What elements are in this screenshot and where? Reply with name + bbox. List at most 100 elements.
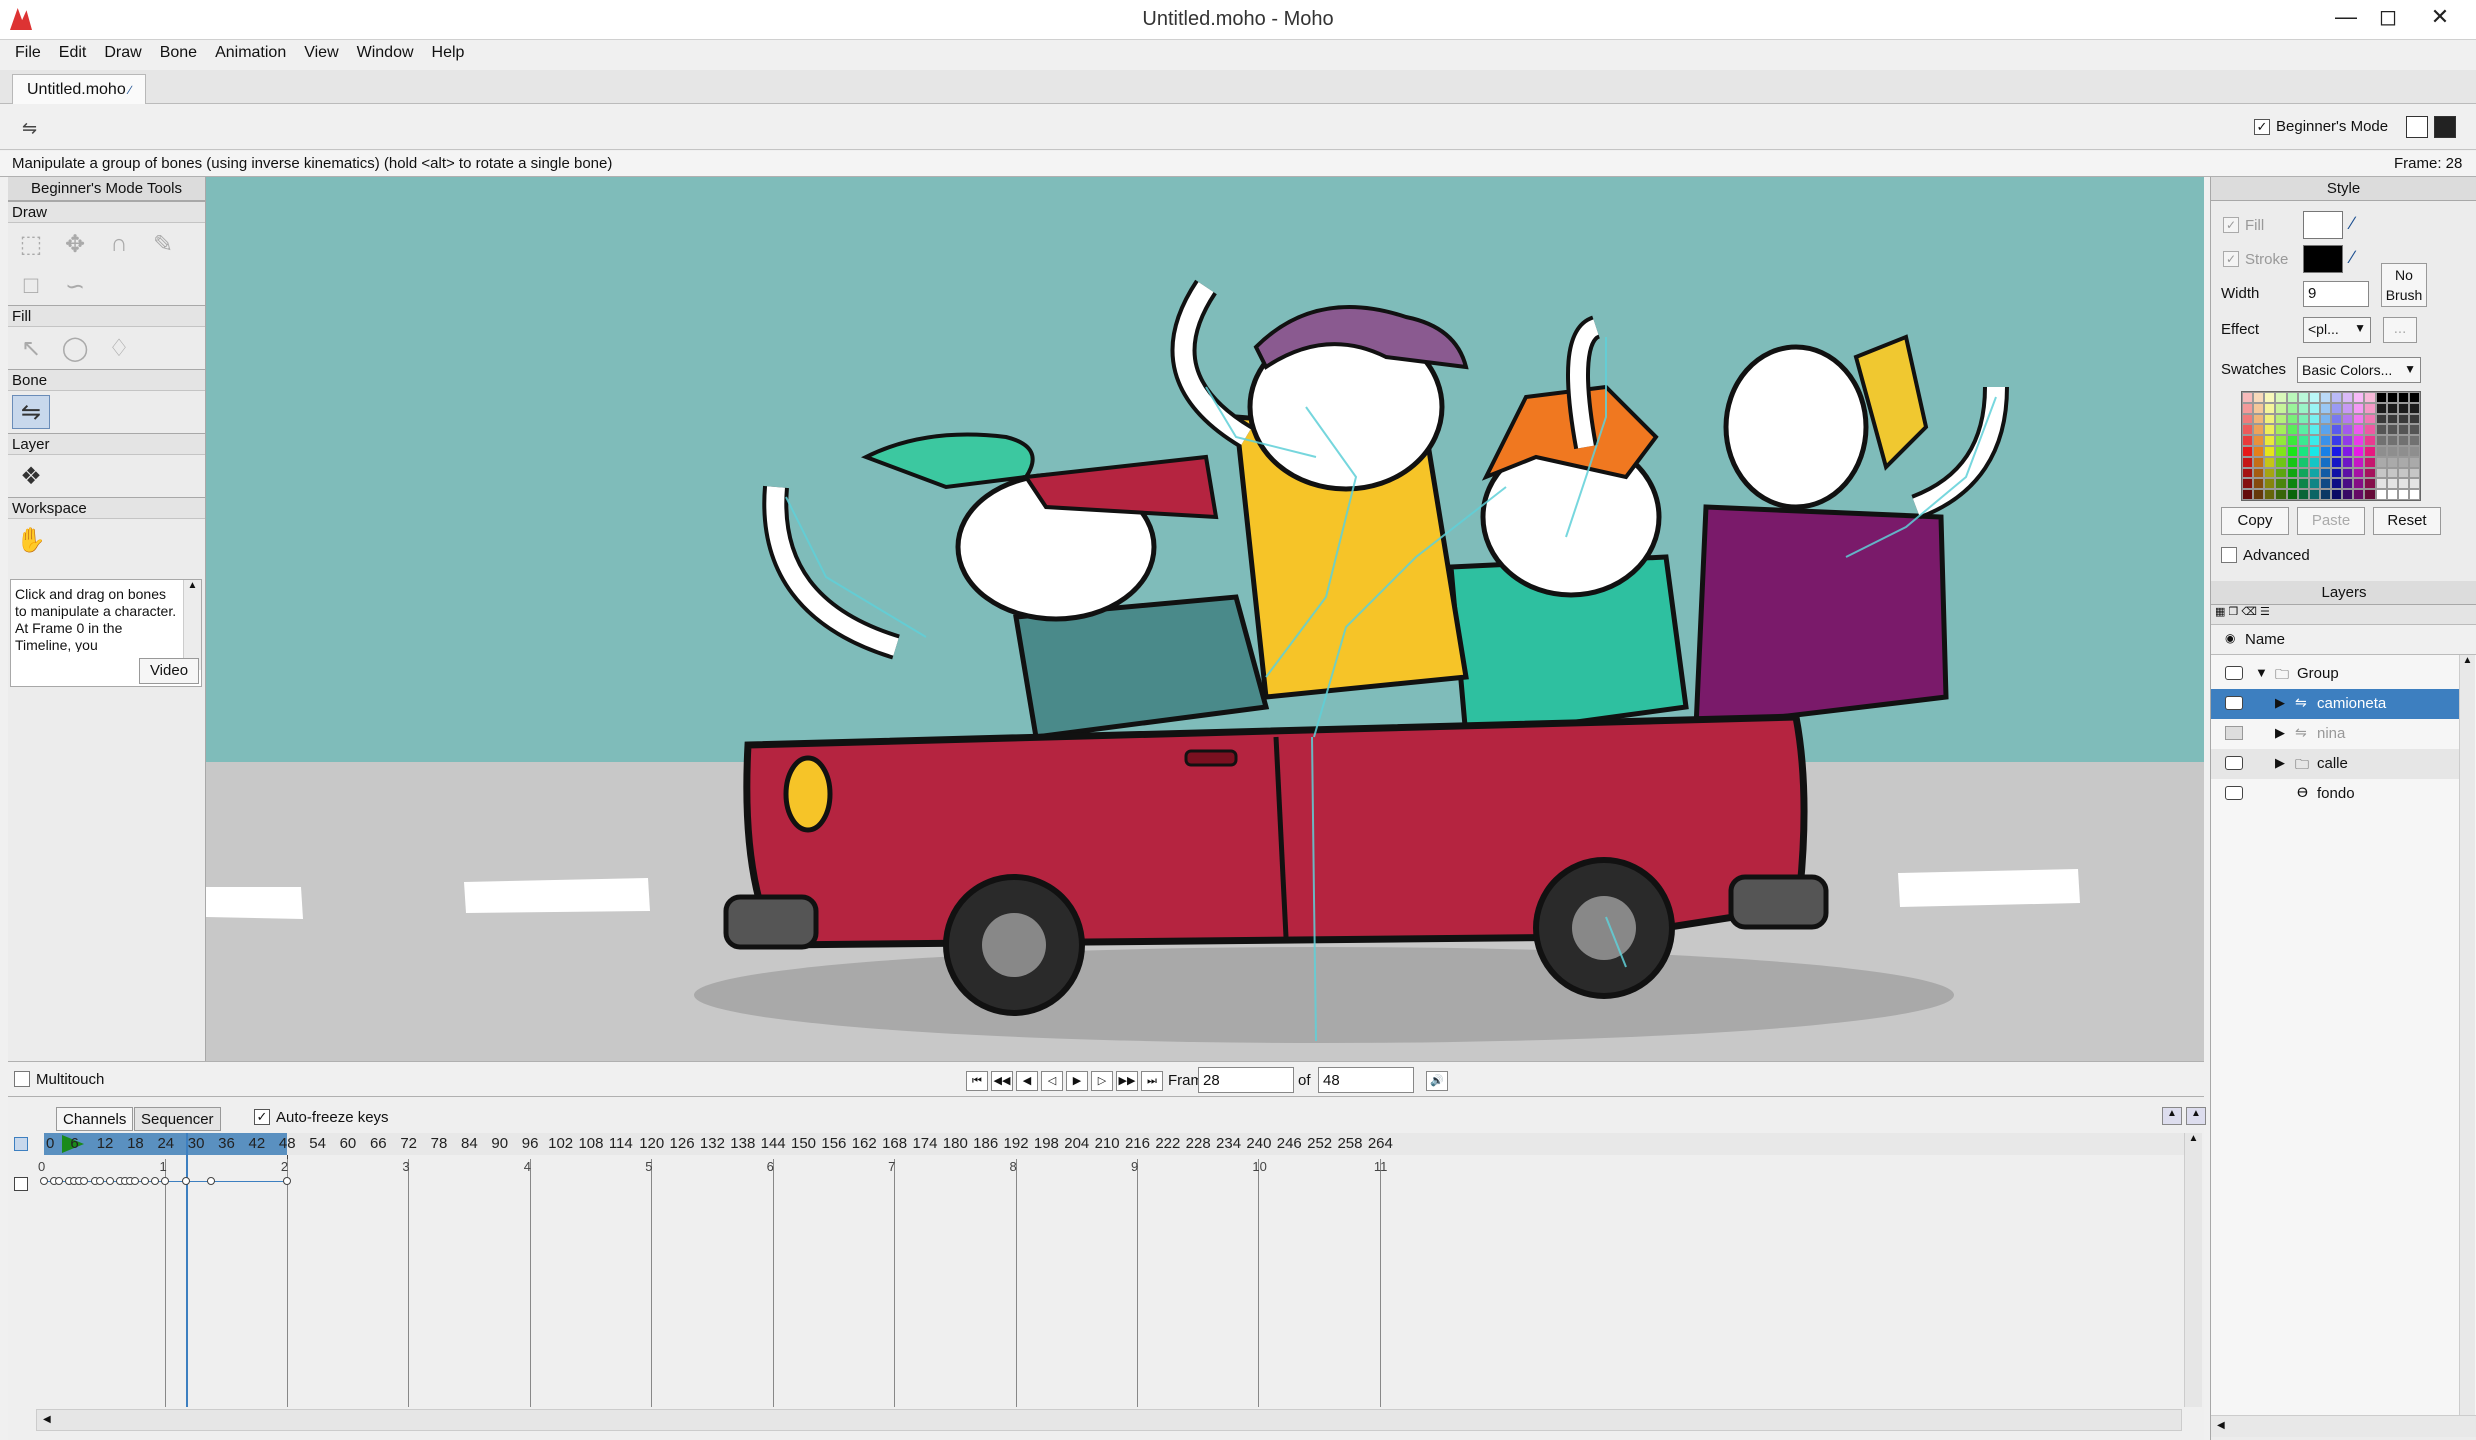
palette-swatch[interactable] xyxy=(2264,424,2276,436)
keyframe-marker[interactable] xyxy=(55,1177,64,1185)
palette-swatch[interactable] xyxy=(2408,413,2420,425)
layer-row-group[interactable]: ▼ 🗀 Group xyxy=(2211,659,2463,689)
palette-swatch[interactable] xyxy=(2386,489,2398,500)
beginners-mode-toggle[interactable]: ✓ Beginner's Mode xyxy=(2254,118,2388,135)
palette-swatch[interactable] xyxy=(2275,446,2287,457)
palette-swatch[interactable] xyxy=(2308,392,2320,403)
layers-scrollbar[interactable]: ▲ xyxy=(2459,655,2475,1415)
duplicate-layer-icon[interactable]: ❐ xyxy=(2228,606,2238,618)
previous-keyframe-button[interactable]: ◀◀ xyxy=(991,1071,1013,1091)
palette-swatch[interactable] xyxy=(2319,456,2331,468)
menu-draw[interactable]: Draw xyxy=(95,40,150,62)
palette-swatch[interactable] xyxy=(2342,467,2354,479)
layer-row-fondo[interactable]: ϴ fondo xyxy=(2211,779,2463,809)
palette-swatch[interactable] xyxy=(2264,478,2276,490)
palette-swatch[interactable] xyxy=(2264,392,2276,403)
palette-swatch[interactable] xyxy=(2275,435,2287,446)
palette-swatch[interactable] xyxy=(2264,446,2276,457)
hand-pan-icon[interactable]: ✋ xyxy=(12,523,50,557)
palette-swatch[interactable] xyxy=(2242,478,2254,490)
palette-swatch[interactable] xyxy=(2264,467,2276,479)
keyframe-marker[interactable] xyxy=(151,1177,160,1185)
palette-swatch[interactable] xyxy=(2353,435,2365,446)
reset-button[interactable]: Reset xyxy=(2373,507,2441,535)
delete-layer-icon[interactable]: ⌫ xyxy=(2241,606,2257,618)
palette-swatch[interactable] xyxy=(2242,489,2254,500)
frame-input[interactable]: 28 xyxy=(1198,1067,1294,1093)
layer-channel-icon[interactable] xyxy=(14,1177,28,1191)
palette-swatch[interactable] xyxy=(2408,467,2420,479)
palette-swatch[interactable] xyxy=(2253,413,2265,425)
timeline-vscrollbar[interactable]: ▲ xyxy=(2184,1133,2202,1407)
palette-swatch[interactable] xyxy=(2408,402,2420,414)
palette-swatch[interactable] xyxy=(2364,402,2376,414)
keyframe-marker[interactable] xyxy=(282,1177,291,1185)
palette-swatch[interactable] xyxy=(2342,413,2354,425)
palette-swatch[interactable] xyxy=(2297,413,2309,425)
palette-swatch[interactable] xyxy=(2297,446,2309,457)
palette-swatch[interactable] xyxy=(2319,435,2331,446)
keyframe-marker[interactable] xyxy=(141,1177,150,1185)
palette-swatch[interactable] xyxy=(2342,392,2354,403)
palette-swatch[interactable] xyxy=(2353,402,2365,414)
palette-swatch[interactable] xyxy=(2397,489,2409,500)
palette-swatch[interactable] xyxy=(2331,402,2343,414)
visibility-eye-icon[interactable] xyxy=(2225,666,2243,680)
expand-triangle-icon[interactable]: ▼ xyxy=(2255,665,2268,680)
palette-swatch[interactable] xyxy=(2386,392,2398,403)
palette-swatch[interactable] xyxy=(2253,435,2265,446)
palette-swatch[interactable] xyxy=(2342,435,2354,446)
effect-dropdown[interactable]: <pl... ▼ xyxy=(2303,317,2371,343)
beginners-mode-checkbox[interactable]: ✓ xyxy=(2254,118,2270,135)
palette-swatch[interactable] xyxy=(2297,402,2309,414)
document-tab[interactable]: Untitled.moho ∕ xyxy=(12,74,147,104)
palette-swatch[interactable] xyxy=(2242,456,2254,468)
color-palette[interactable] xyxy=(2241,391,2421,501)
palette-swatch[interactable] xyxy=(2242,413,2254,425)
palette-swatch[interactable] xyxy=(2242,402,2254,414)
total-frames-input[interactable]: 48 xyxy=(1318,1067,1414,1093)
palette-swatch[interactable] xyxy=(2375,446,2387,457)
palette-swatch[interactable] xyxy=(2275,402,2287,414)
palette-swatch[interactable] xyxy=(2264,489,2276,500)
menu-file[interactable]: File xyxy=(6,40,50,62)
book-icon[interactable] xyxy=(2434,116,2456,138)
scene-artwork[interactable] xyxy=(206,177,2204,1061)
palette-swatch[interactable] xyxy=(2375,467,2387,479)
palette-swatch[interactable] xyxy=(2397,435,2409,446)
palette-swatch[interactable] xyxy=(2331,456,2343,468)
palette-swatch[interactable] xyxy=(2264,413,2276,425)
play-button[interactable]: ▶ xyxy=(1066,1071,1088,1091)
palette-swatch[interactable] xyxy=(2242,435,2254,446)
palette-swatch[interactable] xyxy=(2253,456,2265,468)
palette-swatch[interactable] xyxy=(2375,392,2387,403)
palette-swatch[interactable] xyxy=(2275,489,2287,500)
palette-swatch[interactable] xyxy=(2386,424,2398,436)
layers-hscrollbar[interactable]: ◀ xyxy=(2211,1415,2476,1437)
palette-swatch[interactable] xyxy=(2364,424,2376,436)
palette-swatch[interactable] xyxy=(2242,446,2254,457)
paste-button[interactable]: Paste xyxy=(2297,507,2365,535)
palette-swatch[interactable] xyxy=(2308,478,2320,490)
shape-icon[interactable]: □ xyxy=(12,269,50,303)
palette-swatch[interactable] xyxy=(2286,456,2298,468)
palette-swatch[interactable] xyxy=(2286,446,2298,457)
palette-swatch[interactable] xyxy=(2375,413,2387,425)
palette-swatch[interactable] xyxy=(2353,456,2365,468)
layer-row-nina[interactable]: ▶ ⇋ nina xyxy=(2211,719,2463,749)
palette-swatch[interactable] xyxy=(2308,402,2320,414)
palette-swatch[interactable] xyxy=(2297,435,2309,446)
palette-swatch[interactable] xyxy=(2253,446,2265,457)
palette-swatch[interactable] xyxy=(2297,489,2309,500)
palette-swatch[interactable] xyxy=(2364,392,2376,403)
palette-swatch[interactable] xyxy=(2331,413,2343,425)
palette-swatch[interactable] xyxy=(2397,413,2409,425)
palette-swatch[interactable] xyxy=(2375,402,2387,414)
create-shape-icon[interactable]: ◯ xyxy=(56,331,94,365)
palette-swatch[interactable] xyxy=(2386,467,2398,479)
palette-swatch[interactable] xyxy=(2264,456,2276,468)
step-back-button[interactable]: ◀ xyxy=(1016,1071,1038,1091)
menu-help[interactable]: Help xyxy=(423,40,474,62)
layer-row-camioneta[interactable]: ▶ ⇋ camioneta xyxy=(2211,689,2463,719)
menu-bone[interactable]: Bone xyxy=(151,40,206,62)
